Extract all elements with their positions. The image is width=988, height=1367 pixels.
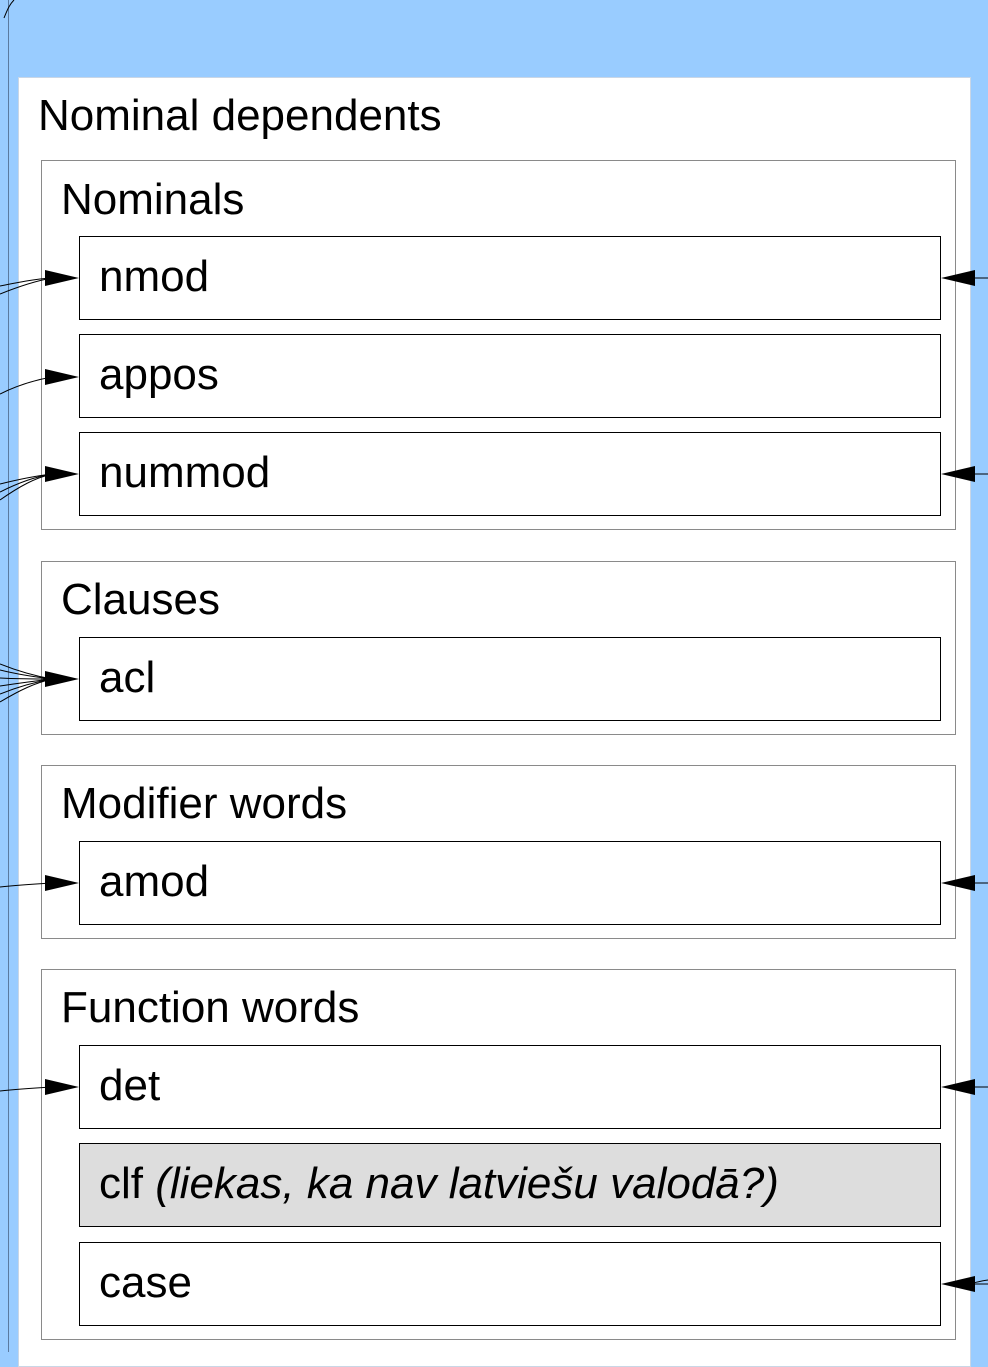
arrowhead-amod-left — [45, 875, 79, 891]
incoming-edge-appos — [0, 376, 53, 395]
arrowhead-nmod-left — [45, 270, 79, 286]
incoming-edge-acl-2 — [0, 669, 53, 680]
incoming-edge-top — [3, 0, 15, 19]
diagram-canvas: Nominal dependents Nominals nmod appos n… — [0, 0, 988, 1367]
arrowhead-case-right — [941, 1276, 975, 1292]
arrowhead-acl-left — [45, 671, 79, 687]
arrowhead-nummod-right — [941, 466, 975, 482]
arrowhead-appos-left — [45, 369, 79, 385]
incoming-edge-nmod-2 — [0, 277, 53, 295]
incoming-edge-amod — [0, 882, 53, 888]
connector-arrows — [0, 0, 988, 1292]
arrowhead-nummod-left — [45, 466, 79, 482]
arrowhead-nmod-right — [941, 270, 975, 286]
arrowhead-det-right — [941, 1079, 975, 1095]
arrowhead-det-left — [45, 1079, 79, 1095]
incoming-edge-det — [0, 1086, 53, 1092]
arrowhead-amod-right — [941, 875, 975, 891]
